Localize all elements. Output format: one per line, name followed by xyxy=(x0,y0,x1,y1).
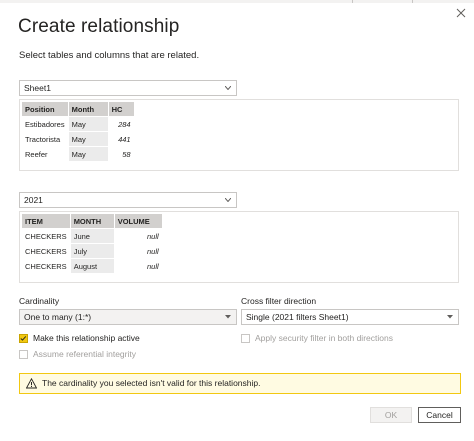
table-cell: May xyxy=(67,146,109,162)
column-header-hc[interactable]: HC xyxy=(107,101,135,117)
table-cell: null xyxy=(113,243,163,259)
table1-select[interactable]: Sheet1 xyxy=(19,80,237,96)
referential-integrity-checkbox[interactable] xyxy=(19,349,28,359)
table-cell: July xyxy=(69,243,115,259)
cardinality-warning: The cardinality you selected isn't valid… xyxy=(19,373,461,394)
table-cell: May xyxy=(67,116,109,132)
column-header-month[interactable]: MONTH xyxy=(69,213,115,229)
dialog-title: Create relationship xyxy=(18,16,180,37)
table-cell: June xyxy=(69,228,115,244)
table2-select-value: 2021 xyxy=(24,195,43,205)
table-cell: 58 xyxy=(107,146,135,162)
chevron-down-icon xyxy=(447,315,453,319)
warning-text: The cardinality you selected isn't valid… xyxy=(42,378,261,388)
table2-preview: ITEM MONTH VOLUME CHECKERS June null CHE… xyxy=(19,211,459,283)
make-active-option[interactable]: Make this relationship active xyxy=(19,332,140,344)
dialog-subtitle: Select tables and columns that are relat… xyxy=(19,50,200,61)
table-row: Estibadores May 284 xyxy=(21,116,135,132)
referential-integrity-label: Assume referential integrity xyxy=(33,349,136,359)
table-cell: CHECKERS xyxy=(21,243,71,259)
cross-filter-select-value: Single (2021 filters Sheet1) xyxy=(246,312,349,322)
table-cell: null xyxy=(113,228,163,244)
column-header-volume[interactable]: VOLUME xyxy=(113,213,163,229)
chevron-down-icon xyxy=(225,198,231,202)
cross-filter-label: Cross filter direction xyxy=(241,296,317,306)
checkmark-icon xyxy=(20,335,27,341)
column-header-item[interactable]: ITEM xyxy=(21,213,71,229)
table-row: Tractorista May 441 xyxy=(21,131,135,147)
table-cell: CHECKERS xyxy=(21,258,71,274)
cardinality-select[interactable]: One to many (1:*) xyxy=(19,309,237,325)
make-active-label: Make this relationship active xyxy=(33,333,140,343)
warning-icon xyxy=(26,378,37,389)
referential-integrity-option[interactable]: Assume referential integrity xyxy=(19,348,136,360)
table-row: CHECKERS June null xyxy=(21,228,163,244)
table2-grid: ITEM MONTH VOLUME CHECKERS June null CHE… xyxy=(21,213,163,274)
security-filter-checkbox[interactable] xyxy=(241,333,250,343)
table-row: Reefer May 58 xyxy=(21,146,135,162)
top-divider xyxy=(352,0,353,3)
table-cell: Reefer xyxy=(21,146,69,162)
table1-grid: Position Month HC Estibadores May 284 Tr… xyxy=(21,101,135,162)
table-cell: May xyxy=(67,131,109,147)
column-header-position[interactable]: Position xyxy=(21,101,69,117)
chevron-down-icon xyxy=(225,86,231,90)
make-active-checkbox[interactable] xyxy=(19,333,28,343)
cancel-button[interactable]: Cancel xyxy=(418,407,461,423)
table1-select-value: Sheet1 xyxy=(24,83,51,93)
column-header-month[interactable]: Month xyxy=(67,101,109,117)
table-cell: null xyxy=(113,258,163,274)
cardinality-select-value: One to many (1:*) xyxy=(24,312,92,322)
security-filter-option[interactable]: Apply security filter in both directions xyxy=(241,332,393,344)
table-cell: 441 xyxy=(107,131,135,147)
ok-button[interactable]: OK xyxy=(370,407,412,423)
table2-select[interactable]: 2021 xyxy=(19,192,237,208)
table-row: CHECKERS August null xyxy=(21,258,163,274)
table-row: CHECKERS July null xyxy=(21,243,163,259)
close-icon[interactable] xyxy=(454,6,468,20)
chevron-down-icon xyxy=(225,315,231,319)
table-cell: CHECKERS xyxy=(21,228,71,244)
table-cell: Estibadores xyxy=(21,116,69,132)
table1-preview: Position Month HC Estibadores May 284 Tr… xyxy=(19,99,459,171)
cross-filter-select[interactable]: Single (2021 filters Sheet1) xyxy=(241,309,459,325)
security-filter-label: Apply security filter in both directions xyxy=(255,333,393,343)
cardinality-label: Cardinality xyxy=(19,296,60,306)
top-strip xyxy=(0,0,474,3)
table-cell: August xyxy=(69,258,115,274)
table-cell: 284 xyxy=(107,116,135,132)
top-divider xyxy=(412,0,413,3)
table-cell: Tractorista xyxy=(21,131,69,147)
